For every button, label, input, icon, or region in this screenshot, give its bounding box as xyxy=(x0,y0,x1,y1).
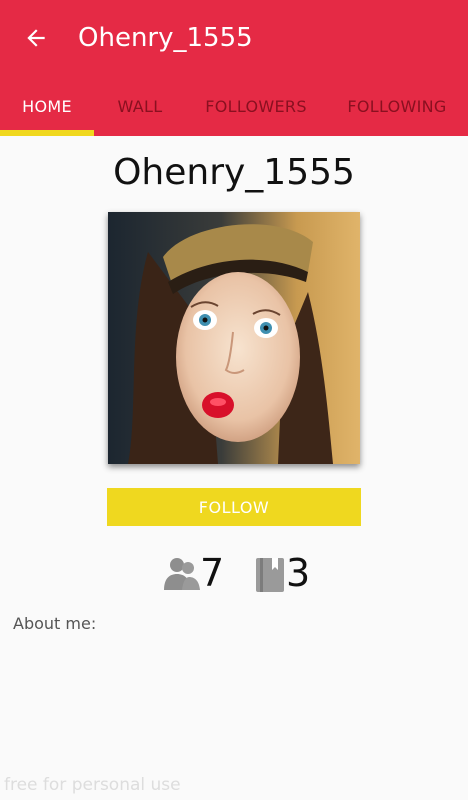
tab-home[interactable]: HOME xyxy=(0,76,94,136)
followers-count: 7 xyxy=(200,551,225,595)
follow-button[interactable]: FOLLOW xyxy=(107,488,361,526)
tab-wall-label: WALL xyxy=(117,96,163,116)
profile-username: Ohenry_1555 xyxy=(113,152,355,193)
tab-wall[interactable]: WALL xyxy=(94,76,186,136)
tab-followers-label: FOLLOWERS xyxy=(205,96,307,116)
watermark: free for personal use xyxy=(4,775,181,795)
tab-bar: HOME WALL FOLLOWERS FOLLOWING xyxy=(0,76,468,136)
people-icon xyxy=(164,558,200,590)
about-me-label: About me: xyxy=(13,614,97,633)
app-bar-title: Ohenry_1555 xyxy=(78,23,253,53)
profile-screen: Ohenry_1555 HOME WALL FOLLOWERS FOLLOWIN… xyxy=(0,0,468,800)
tab-active-indicator xyxy=(0,130,94,136)
profile-stats: 7 3 xyxy=(0,548,468,598)
tab-following[interactable]: FOLLOWING xyxy=(326,76,468,136)
profile-avatar xyxy=(108,212,360,464)
posts-count: 3 xyxy=(286,551,311,595)
back-button[interactable] xyxy=(18,20,54,56)
tab-following-label: FOLLOWING xyxy=(347,96,447,116)
tab-followers[interactable]: FOLLOWERS xyxy=(186,76,326,136)
arrow-left-icon xyxy=(27,29,45,47)
tab-home-label: HOME xyxy=(22,96,72,116)
app-bar: Ohenry_1555 xyxy=(0,0,468,76)
avatar-photo xyxy=(108,212,360,464)
